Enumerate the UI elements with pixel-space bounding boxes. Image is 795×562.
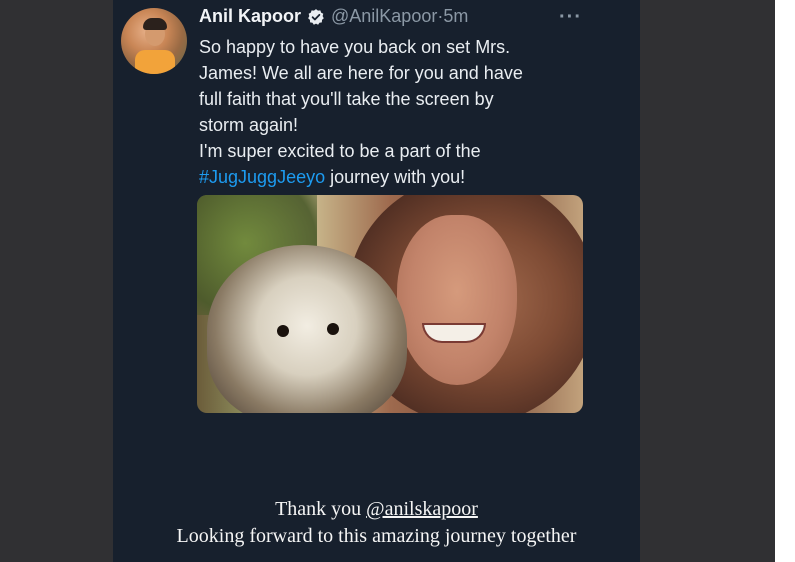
profile-avatar[interactable] [121, 8, 187, 74]
photo-woman-face [397, 215, 517, 385]
hashtag-link[interactable]: #JugJuggJeeyo [199, 167, 325, 187]
caption-line-2: Looking forward to this amazing journey … [176, 525, 577, 547]
tweet-line: #JugJuggJeeyo journey with you! [199, 164, 599, 190]
tweet-line: So happy to have you back on set Mrs. [199, 37, 511, 57]
tweet-line-rest: journey with you! [325, 167, 466, 187]
right-margin [775, 0, 795, 562]
verified-badge-icon [307, 8, 325, 26]
tweet-time: 5m [443, 6, 469, 26]
tweet-header: Anil Kapoor @AnilKapoor · 5m [199, 6, 610, 27]
avatar-shirt [135, 50, 175, 74]
more-options-icon[interactable]: ··· [559, 6, 582, 29]
photo-dog-eye [277, 325, 289, 337]
photo-woman-smile [422, 323, 486, 343]
left-backdrop [0, 0, 113, 562]
story-frame: Anil Kapoor @AnilKapoor · 5m ··· So happ… [113, 0, 640, 562]
tweet-line: full faith that you'll take the screen b… [199, 89, 494, 109]
caption-line-1: Thank you @anilskapoor [113, 496, 640, 523]
avatar-hair [143, 18, 167, 30]
story-caption: Thank you @anilskapoor Looking forward t… [113, 496, 640, 550]
display-name[interactable]: Anil Kapoor [199, 6, 301, 27]
tweet-line: James! We all are here for you and have [199, 63, 523, 83]
tweet-line: I'm super excited to be a part of the [199, 141, 481, 161]
right-backdrop [640, 0, 775, 562]
tweet-body: So happy to have you back on set Mrs. Ja… [199, 34, 599, 190]
caption-thanks: Thank you [275, 498, 367, 520]
user-handle[interactable]: @AnilKapoor [331, 6, 437, 27]
tweet-photo[interactable] [197, 195, 583, 413]
photo-dog-eye [327, 323, 339, 335]
tweet-line: storm again! [199, 115, 299, 135]
caption-mention-link[interactable]: @anilskapoor [366, 498, 478, 520]
